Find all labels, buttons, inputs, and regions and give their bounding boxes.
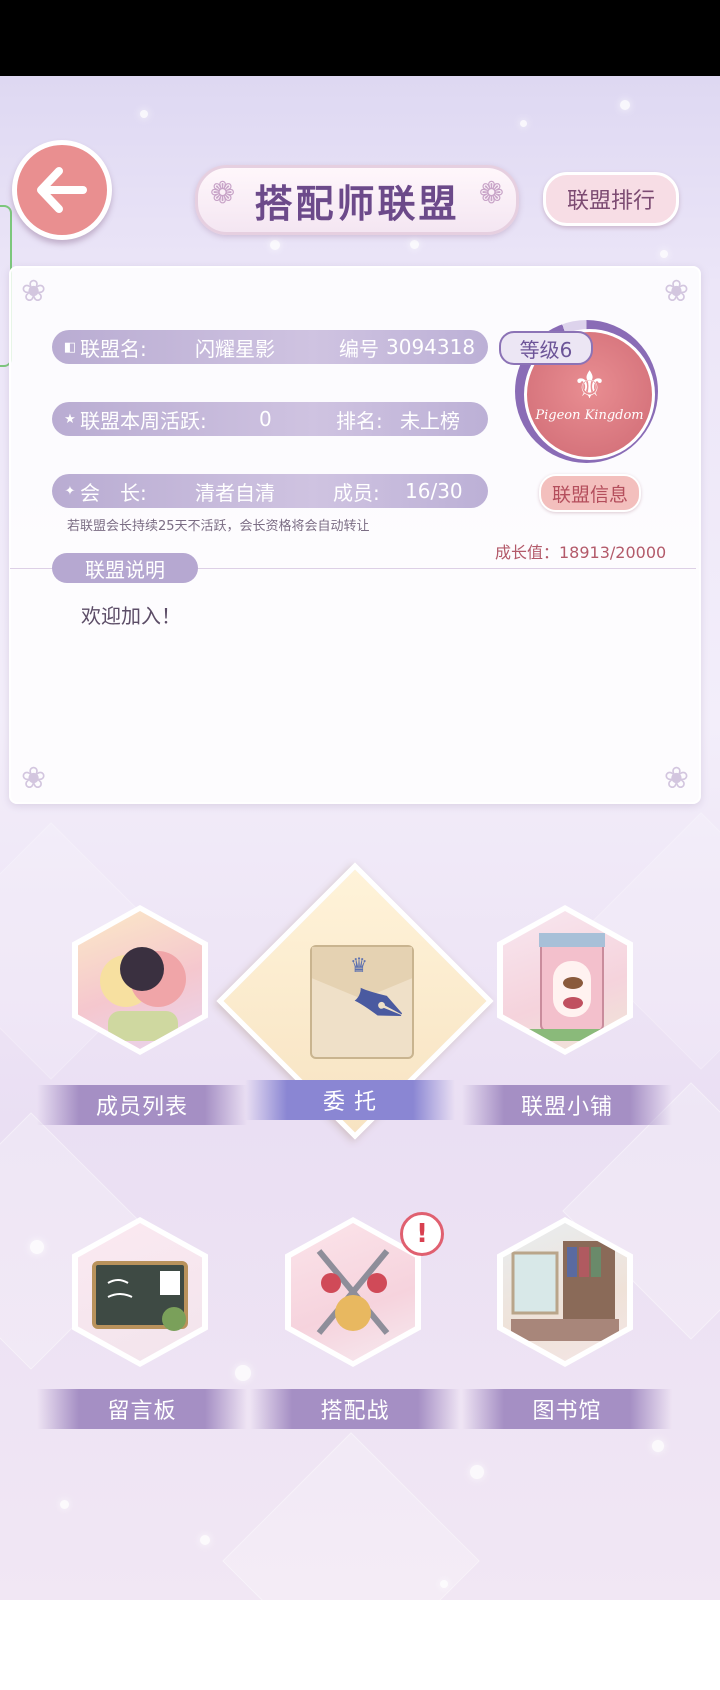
leader-label: 会 长: xyxy=(80,480,147,505)
back-arrow-icon xyxy=(37,167,87,213)
rose-corner-icon: ❀ xyxy=(21,274,47,309)
growth-value: 成长值：18913/20000 xyxy=(495,543,667,562)
message-board-icon xyxy=(72,1217,208,1367)
rose-corner-icon: ❀ xyxy=(663,761,689,796)
feature-label: 图书馆 xyxy=(462,1389,672,1429)
members-value: 16/30 xyxy=(405,479,463,503)
level-badge: 等级6 xyxy=(499,331,593,365)
alliance-id-label: 编号 xyxy=(339,336,379,361)
rose-ornament-icon: ❁ xyxy=(210,176,236,211)
alert-badge-icon: ! xyxy=(400,1212,444,1256)
message-board-button[interactable]: 留言板 xyxy=(37,1217,247,1437)
weekly-activity-label: 联盟本周活跃: xyxy=(80,408,207,433)
rose-ornament-icon: ❁ xyxy=(478,176,504,211)
members-list-button[interactable]: 成员列表 xyxy=(37,905,247,1125)
alliance-id-value: 3094318 xyxy=(386,335,476,359)
star-icon: ★ xyxy=(64,411,76,427)
status-bar xyxy=(0,0,720,76)
rank-label: 排名: xyxy=(336,408,383,433)
description-tab: 联盟说明 xyxy=(52,553,198,583)
alliance-shop-button[interactable]: 联盟小铺 xyxy=(462,905,672,1125)
weekly-activity-row: ★ 联盟本周活跃: 0 排名: 未上榜 xyxy=(52,402,488,436)
rose-corner-icon: ❀ xyxy=(21,761,47,796)
leader-transfer-notice: 若联盟会长持续25天不活跃，会长资格将会自动转让 xyxy=(67,519,370,534)
feature-label: 留言板 xyxy=(37,1389,247,1429)
commission-button[interactable]: 委 托 xyxy=(245,1080,455,1120)
alliance-ranking-button[interactable]: 联盟排行 xyxy=(543,172,679,226)
back-button[interactable] xyxy=(12,140,112,240)
alliance-info-button[interactable]: 联盟信息 xyxy=(539,474,641,512)
rank-value: 未上榜 xyxy=(400,408,460,433)
leader-value: 清者自清 xyxy=(195,480,275,505)
library-icon xyxy=(497,1217,633,1367)
feature-label: 联盟小铺 xyxy=(462,1085,672,1125)
rose-corner-icon: ❀ xyxy=(663,274,689,309)
page-title: 搭配师联盟 xyxy=(254,181,460,226)
alliance-name-label: 联盟名: xyxy=(80,336,147,361)
winged-crest-icon: ⚜ xyxy=(572,363,607,407)
members-label: 成员: xyxy=(333,480,380,505)
library-button[interactable]: 图书馆 xyxy=(462,1217,672,1437)
description-text: 欢迎加入！ xyxy=(81,604,181,628)
feature-label: 搭配战 xyxy=(250,1389,460,1429)
members-icon xyxy=(72,905,208,1055)
leader-row: ✦ 会 长: 清者自清 成员: 16/30 xyxy=(52,474,488,508)
feature-label: 成员列表 xyxy=(37,1085,247,1125)
weekly-activity-value: 0 xyxy=(259,407,272,431)
title-plate: ❁ 搭配师联盟 ❁ xyxy=(195,165,519,235)
alliance-name-row: ◧ 联盟名: 闪耀星影 编号 3094318 xyxy=(52,330,488,364)
alliance-name-value: 闪耀星影 xyxy=(195,336,275,361)
sparkle-icon: ✦ xyxy=(64,483,76,499)
shop-icon xyxy=(497,905,633,1055)
book-icon: ◧ xyxy=(63,339,77,355)
emblem-text: Pigeon Kingdom xyxy=(535,408,644,423)
